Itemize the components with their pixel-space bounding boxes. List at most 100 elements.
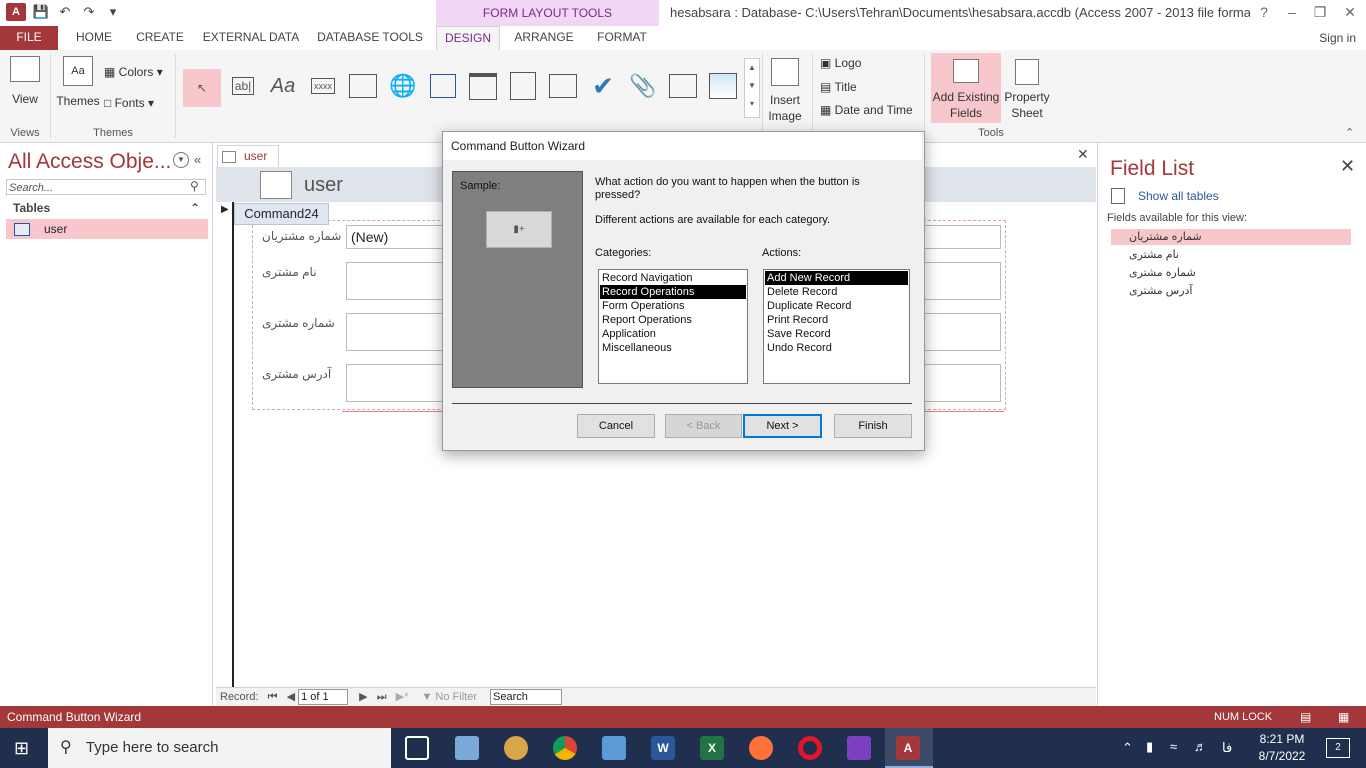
- category-item[interactable]: Report Operations: [600, 313, 746, 327]
- button-control-icon[interactable]: xxxx: [306, 69, 340, 103]
- next-record-icon[interactable]: ▶: [359, 691, 367, 703]
- collapse-nav-icon[interactable]: «: [194, 152, 201, 167]
- label-control-icon[interactable]: Aa: [266, 69, 300, 103]
- firefox-icon[interactable]: [749, 736, 773, 760]
- calculator-icon[interactable]: [602, 736, 626, 760]
- show-all-tables-link[interactable]: Show all tables: [1138, 189, 1219, 203]
- excel-icon[interactable]: X: [700, 736, 724, 760]
- language-indicator[interactable]: فا: [1222, 740, 1232, 756]
- action-item[interactable]: Save Record: [765, 327, 908, 341]
- web-browser-control-icon[interactable]: [426, 69, 460, 103]
- layout-view-icon[interactable]: ▦: [1338, 706, 1349, 728]
- add-existing-fields-button[interactable]: Add Existing Fields: [931, 53, 1001, 123]
- nav-search-input[interactable]: Search...: [6, 179, 206, 195]
- field-list-item[interactable]: شماره مشتریان: [1111, 229, 1351, 245]
- task-view-icon[interactable]: [405, 736, 429, 760]
- access-icon[interactable]: A: [896, 736, 920, 760]
- tab-external-data[interactable]: EXTERNAL DATA: [198, 26, 304, 50]
- battery-icon[interactable]: ▮: [1146, 739, 1153, 755]
- new-record-icon[interactable]: ▶*: [396, 691, 409, 703]
- record-selector[interactable]: [216, 202, 234, 687]
- title-button[interactable]: ▤ Title: [820, 80, 857, 94]
- navigation-control-icon[interactable]: [466, 69, 500, 103]
- view-button[interactable]: View: [6, 56, 44, 106]
- category-item[interactable]: Application: [600, 327, 746, 341]
- visual-studio-icon[interactable]: [847, 736, 871, 760]
- select-pointer-icon[interactable]: ↖: [183, 69, 221, 107]
- insert-image-button[interactable]: Insert Image: [764, 58, 806, 124]
- word-icon[interactable]: W: [651, 736, 675, 760]
- taskbar-search-box[interactable]: ⚲ Type here to search: [48, 728, 391, 768]
- close-document-icon[interactable]: ✕: [1077, 146, 1089, 163]
- access-icon[interactable]: A: [6, 3, 26, 21]
- tab-design[interactable]: DESIGN: [436, 26, 500, 50]
- minimize-icon[interactable]: –: [1278, 0, 1306, 26]
- last-record-icon[interactable]: ⏭: [377, 691, 387, 703]
- tab-create[interactable]: CREATE: [130, 26, 190, 50]
- action-item[interactable]: Delete Record: [765, 285, 908, 299]
- tab-file[interactable]: FILE: [0, 26, 58, 50]
- opera-icon[interactable]: [798, 736, 822, 760]
- date-time-button[interactable]: ▦ Date and Time: [820, 103, 913, 117]
- option-group-icon[interactable]: [506, 69, 540, 103]
- nav-dropdown-icon[interactable]: ▼: [173, 152, 189, 168]
- finish-button[interactable]: Finish: [834, 414, 912, 438]
- customize-qat-icon[interactable]: ▾: [104, 3, 122, 21]
- collapse-ribbon-icon[interactable]: ⌃: [1345, 126, 1354, 139]
- category-item-selected[interactable]: Record Operations: [600, 285, 746, 299]
- action-item[interactable]: Undo Record: [765, 341, 908, 355]
- page-break-icon[interactable]: [546, 69, 580, 103]
- category-item[interactable]: Record Navigation: [600, 271, 746, 285]
- action-item[interactable]: Print Record: [765, 313, 908, 327]
- help-icon[interactable]: ?: [1250, 0, 1278, 26]
- action-item[interactable]: Duplicate Record: [765, 299, 908, 313]
- previous-record-icon[interactable]: ◀: [287, 691, 295, 703]
- back-button[interactable]: < Back: [665, 414, 742, 438]
- filter-icon[interactable]: ▼: [421, 691, 432, 703]
- save-icon[interactable]: 💾: [32, 3, 50, 21]
- chevron-up-icon[interactable]: ⌃: [1122, 740, 1133, 756]
- action-item-selected[interactable]: Add New Record: [765, 271, 908, 285]
- clock[interactable]: 8:21 PM 8/7/2022: [1250, 731, 1314, 765]
- field-list-item[interactable]: نام مشتری: [1111, 247, 1351, 263]
- tab-home[interactable]: HOME: [66, 26, 122, 50]
- colors-button[interactable]: ▦ Colors ▾: [104, 65, 163, 79]
- undo-icon[interactable]: ↶: [56, 3, 74, 21]
- paint-icon[interactable]: [504, 736, 528, 760]
- themes-button[interactable]: Aa Themes: [56, 56, 100, 108]
- textbox-control-icon[interactable]: ab|: [226, 69, 260, 103]
- next-button[interactable]: Next >: [743, 414, 822, 438]
- attachment-icon[interactable]: 📎: [626, 69, 660, 103]
- volume-icon[interactable]: ♬: [1194, 739, 1207, 754]
- tab-arrange[interactable]: ARRANGE: [508, 26, 580, 50]
- tables-group-header[interactable]: Tables ⌃: [6, 199, 206, 217]
- search-icon[interactable]: ⚲: [190, 179, 199, 193]
- doc-tab-user[interactable]: user: [217, 145, 279, 168]
- property-sheet-button[interactable]: Property Sheet: [1002, 53, 1052, 123]
- tab-control-icon[interactable]: [346, 69, 380, 103]
- app-icon[interactable]: [455, 736, 479, 760]
- close-icon[interactable]: ✕: [1336, 0, 1364, 26]
- wifi-icon[interactable]: ≈: [1170, 739, 1177, 754]
- hyperlink-control-icon[interactable]: 🌐: [386, 69, 420, 103]
- sign-in-link[interactable]: Sign in: [1319, 26, 1356, 50]
- cancel-button[interactable]: Cancel: [577, 414, 655, 438]
- chrome-icon[interactable]: [553, 736, 577, 760]
- category-item[interactable]: Miscellaneous: [600, 341, 746, 355]
- nav-item-user[interactable]: user: [6, 219, 208, 239]
- tab-format[interactable]: FORMAT: [588, 26, 656, 50]
- first-record-icon[interactable]: ⏮: [268, 691, 278, 703]
- categories-listbox[interactable]: Record Navigation Record Operations Form…: [598, 269, 748, 384]
- form-title[interactable]: user: [304, 174, 343, 197]
- redo-icon[interactable]: ↷: [80, 3, 98, 21]
- record-number-input[interactable]: 1 of 1: [298, 689, 349, 706]
- field-list-item[interactable]: آدرس مشتری: [1111, 283, 1351, 299]
- form-view-icon[interactable]: ▤: [1300, 706, 1311, 728]
- image-control-icon[interactable]: [706, 69, 740, 103]
- tab-database-tools[interactable]: DATABASE TOOLS: [312, 26, 428, 50]
- actions-listbox[interactable]: Add New Record Delete Record Duplicate R…: [763, 269, 910, 384]
- checkbox-control-icon[interactable]: ✔: [586, 69, 620, 103]
- controls-gallery-scroll[interactable]: ▲ ▼ ▾: [744, 58, 760, 118]
- record-search-input[interactable]: Search: [490, 689, 563, 706]
- windows-start-icon[interactable]: ⊞: [14, 738, 29, 759]
